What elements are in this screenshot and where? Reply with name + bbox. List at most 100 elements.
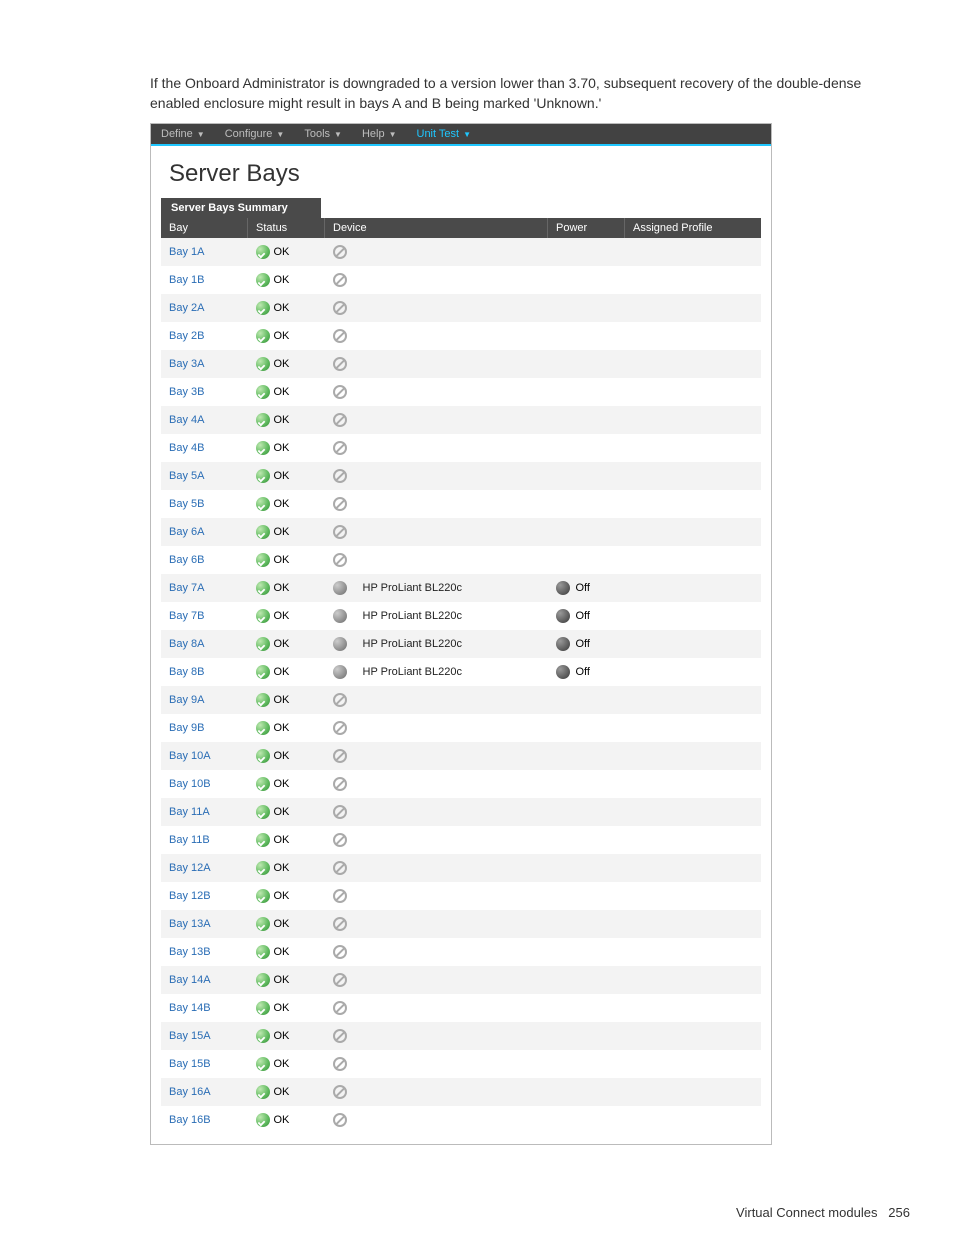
col-device[interactable]: Device (325, 218, 548, 238)
device-empty-icon (333, 721, 347, 735)
col-power[interactable]: Power (548, 218, 625, 238)
col-status[interactable]: Status (248, 218, 325, 238)
bay-link[interactable]: Bay 9A (169, 694, 204, 706)
bay-link[interactable]: Bay 2B (169, 330, 204, 342)
status-ok-icon (256, 329, 270, 343)
table-row: Bay 8AOKHP ProLiant BL220cOff (161, 630, 761, 658)
device-empty-icon (333, 777, 347, 791)
bay-link[interactable]: Bay 14B (169, 1002, 211, 1014)
device-empty-icon (333, 301, 347, 315)
bay-link[interactable]: Bay 15B (169, 1058, 211, 1070)
bay-link[interactable]: Bay 4A (169, 414, 204, 426)
chevron-down-icon: ▼ (463, 130, 471, 139)
power-text: Off (576, 582, 590, 594)
bay-link[interactable]: Bay 9B (169, 722, 204, 734)
status-text: OK (274, 330, 290, 342)
table-row: Bay 14BOK (161, 994, 761, 1022)
status-text: OK (274, 862, 290, 874)
table-row: Bay 12A OK (161, 854, 761, 882)
table-row: Bay 16A OK (161, 1078, 761, 1106)
bay-link[interactable]: Bay 12B (169, 890, 211, 902)
menu-label: Configure (225, 128, 273, 140)
table-row: Bay 11BOK (161, 826, 761, 854)
device-name: HP ProLiant BL220c (363, 582, 462, 594)
status-text: OK (274, 442, 290, 454)
device-present-icon (333, 665, 347, 679)
table-row: Bay 16B OK (161, 1106, 761, 1134)
bay-link[interactable]: Bay 15A (169, 1030, 211, 1042)
table-row: Bay 8BOKHP ProLiant BL220cOff (161, 658, 761, 686)
status-ok-icon (256, 833, 270, 847)
device-empty-icon (333, 861, 347, 875)
bays-table: Bay Status Device Power Assigned Profile… (161, 218, 761, 1134)
device-present-icon (333, 609, 347, 623)
bay-link[interactable]: Bay 8B (169, 666, 204, 678)
status-ok-icon (256, 413, 270, 427)
status-text: OK (274, 302, 290, 314)
status-ok-icon (256, 1113, 270, 1127)
menu-label: Tools (304, 128, 330, 140)
status-ok-icon (256, 721, 270, 735)
device-empty-icon (333, 273, 347, 287)
bay-link[interactable]: Bay 13B (169, 946, 211, 958)
device-empty-icon (333, 805, 347, 819)
status-ok-icon (256, 525, 270, 539)
device-empty-icon (333, 525, 347, 539)
status-ok-icon (256, 749, 270, 763)
status-text: OK (274, 974, 290, 986)
status-text: OK (274, 946, 290, 958)
table-row: Bay 2A OK (161, 294, 761, 322)
status-ok-icon (256, 273, 270, 287)
device-empty-icon (333, 1113, 347, 1127)
bay-link[interactable]: Bay 6A (169, 526, 204, 538)
bay-link[interactable]: Bay 5A (169, 470, 204, 482)
status-ok-icon (256, 357, 270, 371)
bay-link[interactable]: Bay 12A (169, 862, 211, 874)
col-bay[interactable]: Bay (161, 218, 248, 238)
menu-define[interactable]: Define▼ (161, 128, 205, 140)
bay-link[interactable]: Bay 1A (169, 246, 204, 258)
device-empty-icon (333, 1057, 347, 1071)
device-empty-icon (333, 749, 347, 763)
menu-help[interactable]: Help▼ (362, 128, 397, 140)
bay-link[interactable]: Bay 1B (169, 274, 204, 286)
device-empty-icon (333, 1085, 347, 1099)
table-row: Bay 15AOK (161, 1022, 761, 1050)
bay-link[interactable]: Bay 11B (169, 834, 210, 846)
bay-link[interactable]: Bay 7B (169, 610, 204, 622)
bay-link[interactable]: Bay 4B (169, 442, 204, 454)
bay-link[interactable]: Bay 16A (169, 1086, 211, 1098)
col-profile[interactable]: Assigned Profile (625, 218, 762, 238)
bay-link[interactable]: Bay 13A (169, 918, 211, 930)
bay-link[interactable]: Bay 3A (169, 358, 204, 370)
bay-link[interactable]: Bay 2A (169, 302, 204, 314)
status-text: OK (274, 722, 290, 734)
bay-link[interactable]: Bay 5B (169, 498, 204, 510)
status-text: OK (274, 498, 290, 510)
device-empty-icon (333, 1001, 347, 1015)
bay-link[interactable]: Bay 7A (169, 582, 204, 594)
status-ok-icon (256, 609, 270, 623)
menu-configure[interactable]: Configure▼ (225, 128, 285, 140)
power-text: Off (576, 666, 590, 678)
bay-link[interactable]: Bay 3B (169, 386, 204, 398)
menu-label: Help (362, 128, 385, 140)
table-row: Bay 12BOK (161, 882, 761, 910)
bay-link[interactable]: Bay 10B (169, 778, 211, 790)
menu-tools[interactable]: Tools▼ (304, 128, 342, 140)
footer-page: 256 (888, 1205, 910, 1220)
device-present-icon (333, 581, 347, 595)
chevron-down-icon: ▼ (276, 130, 284, 139)
device-name: HP ProLiant BL220c (363, 610, 462, 622)
bay-link[interactable]: Bay 14A (169, 974, 211, 986)
power-off-icon (556, 637, 570, 651)
bay-link[interactable]: Bay 16B (169, 1114, 211, 1126)
table-row: Bay 11AOK (161, 798, 761, 826)
menu-unit-test[interactable]: Unit Test▼ (417, 128, 472, 140)
bay-link[interactable]: Bay 10A (169, 750, 211, 762)
status-text: OK (274, 1086, 290, 1098)
bay-link[interactable]: Bay 6B (169, 554, 204, 566)
bay-link[interactable]: Bay 11A (169, 806, 210, 818)
status-text: OK (274, 1114, 290, 1126)
bay-link[interactable]: Bay 8A (169, 638, 204, 650)
